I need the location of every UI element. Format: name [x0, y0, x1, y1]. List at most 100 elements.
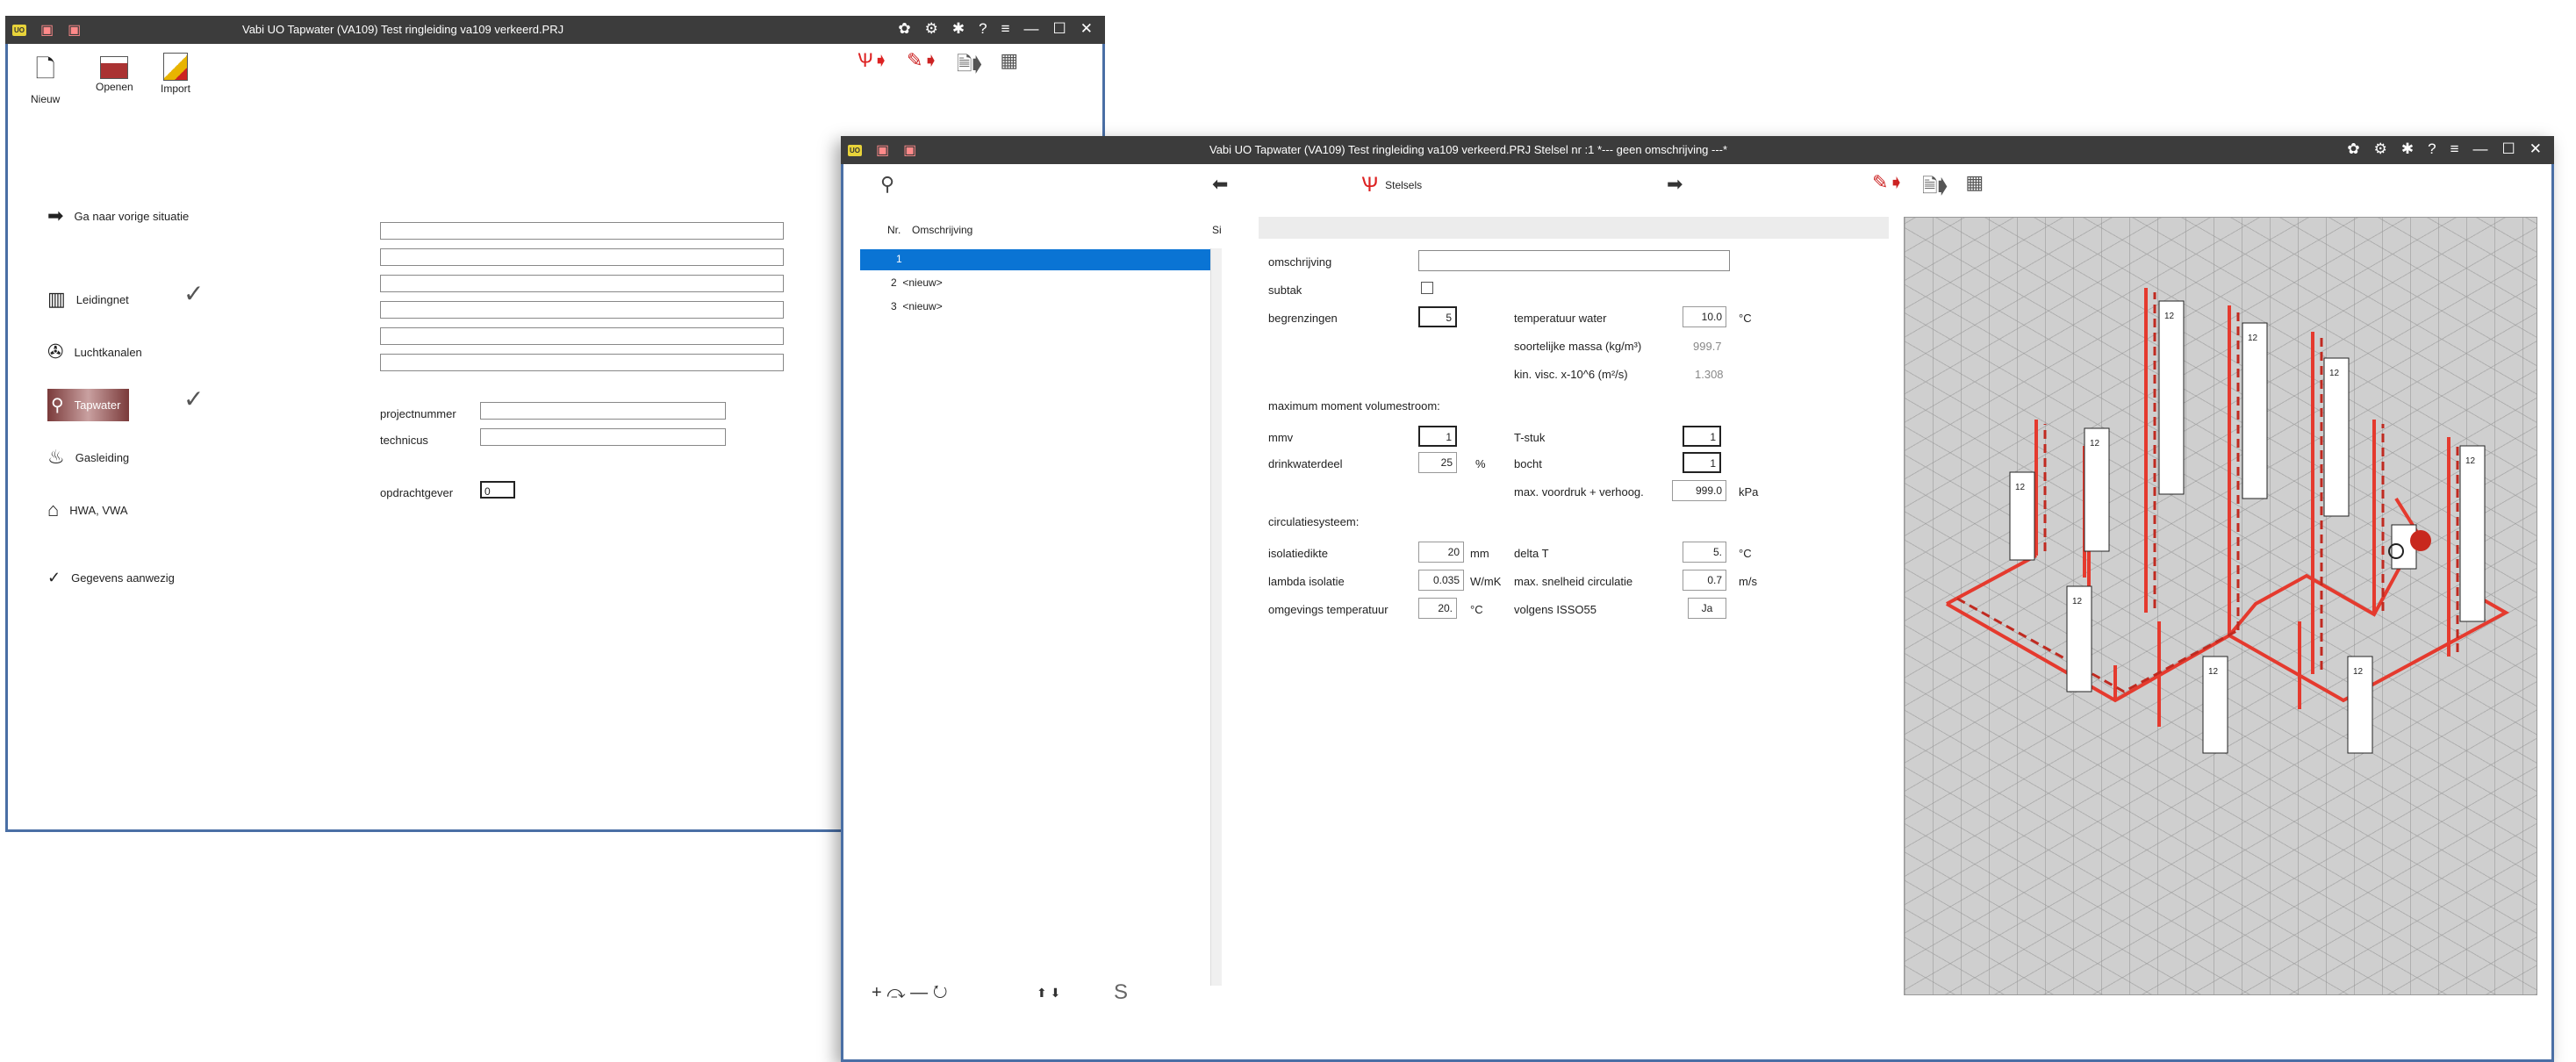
tap-label: 12: [2248, 334, 2258, 343]
bocht-input[interactable]: 1: [1683, 452, 1721, 473]
col-nr-header: Nr.: [887, 224, 901, 236]
sort-s-label: S: [1114, 980, 1129, 1004]
settings-icon[interactable]: ⚙: [925, 20, 938, 38]
new-button[interactable]: 🗋 Nieuw: [31, 51, 60, 105]
pipe-branch-icon[interactable]: Ѱ➧: [857, 49, 889, 83]
save-icon[interactable]: ▣: [40, 21, 54, 39]
tap-label: 12: [2353, 667, 2364, 677]
table-row[interactable]: 2 <nieuw>: [891, 276, 943, 289]
report-icon[interactable]: 🗎➧: [1922, 171, 1948, 205]
project-field-5[interactable]: [380, 327, 784, 345]
calculator-icon[interactable]: ▦: [1000, 49, 1018, 83]
isso-select[interactable]: Ja: [1688, 598, 1726, 619]
mmv-input[interactable]: 1: [1418, 426, 1457, 447]
project-field-6[interactable]: [380, 354, 784, 371]
max-snelheid-unit: m/s: [1739, 575, 1757, 588]
module-leidingnet[interactable]: ▥ Leidingnet: [47, 288, 129, 311]
mmv-label: mmv: [1268, 431, 1294, 444]
lambda-input[interactable]: 0.035: [1418, 570, 1464, 591]
maximize-icon[interactable]: ☐: [2502, 140, 2515, 158]
save-icon[interactable]: ▣: [876, 141, 889, 159]
module-label: Leidingnet: [75, 292, 129, 306]
move-up-down-icon[interactable]: ⬆ ⬇: [1037, 986, 1060, 1001]
save-as-icon[interactable]: ▣: [68, 21, 81, 39]
settings-icon[interactable]: ⚙: [2374, 140, 2387, 158]
temp-water-unit: °C: [1739, 312, 1752, 325]
project-field-2[interactable]: [380, 248, 784, 266]
new-label: Nieuw: [31, 93, 61, 105]
help-icon[interactable]: ?: [979, 20, 987, 38]
begrenzingen-input[interactable]: 5: [1418, 306, 1457, 327]
tap-labels: [2009, 300, 2486, 754]
sort-s-button[interactable]: S: [1114, 980, 1128, 1005]
fan-icon: ✇: [47, 341, 64, 362]
tstuk-input[interactable]: 1: [1683, 426, 1721, 447]
arrow-left-icon[interactable]: ⬅: [1212, 173, 1228, 196]
max-snelheid-input[interactable]: 0.7: [1683, 570, 1726, 591]
pencil-icon[interactable]: ✎➧: [907, 49, 939, 83]
close-icon[interactable]: ✕: [1080, 20, 1093, 38]
list-scrollbar[interactable]: [1210, 248, 1222, 986]
toilet-icon: ⌂: [47, 499, 60, 520]
drinkwaterdeel-input[interactable]: 25: [1418, 452, 1457, 473]
save-as-icon[interactable]: ▣: [903, 141, 916, 159]
list-edit-toolbar[interactable]: + ⤼ — ↻: [872, 983, 948, 1003]
tap-icon: ⚲: [51, 396, 64, 415]
tap-icon[interactable]: ⚲: [880, 173, 894, 196]
projectnummer-input[interactable]: [480, 402, 726, 420]
import-button[interactable]: Import: [161, 51, 190, 95]
module-hwa-vwa[interactable]: ⌂ HWA, VWA: [47, 499, 128, 521]
projectnummer-label: projectnummer: [380, 407, 456, 420]
project-field-4[interactable]: [380, 301, 784, 319]
row-nr: 1: [896, 253, 902, 265]
module-gasleiding[interactable]: ♨ Gasleiding: [47, 446, 129, 469]
opdrachtgever-label: opdrachtgever: [380, 486, 454, 499]
project-field-3[interactable]: [380, 275, 784, 292]
pencil-icon[interactable]: ✎➧: [1872, 171, 1905, 205]
import-icon: [163, 53, 188, 81]
module-label: HWA, VWA: [69, 503, 128, 517]
calculator-icon[interactable]: ▦: [1965, 171, 1984, 205]
palette-icon[interactable]: ✿: [898, 20, 910, 38]
subtak-checkbox[interactable]: [1421, 282, 1433, 294]
temp-water-input[interactable]: 10.0: [1683, 306, 1726, 327]
tapwater-window-title: Vabi UO Tapwater (VA109) Test ringleidin…: [1209, 143, 1728, 156]
tools-icon[interactable]: ✱: [952, 20, 965, 38]
delta-t-input[interactable]: 5.: [1683, 542, 1726, 563]
omgevings-temp-input[interactable]: 20.: [1418, 598, 1457, 619]
help-icon[interactable]: ?: [2428, 140, 2436, 158]
technicus-input[interactable]: [480, 428, 726, 446]
isometric-drawing-canvas[interactable]: 12 12 12 12 12 12 12 12 12: [1904, 217, 2537, 995]
maximize-icon[interactable]: ☐: [1053, 20, 1066, 38]
menu-icon[interactable]: ≡: [2450, 140, 2459, 158]
tap-label: 12: [2164, 312, 2175, 321]
prev-situation-button[interactable]: ➡ Ga naar vorige situatie: [47, 205, 189, 227]
bocht-label: bocht: [1514, 457, 1542, 470]
menu-icon[interactable]: ≡: [1001, 20, 1010, 38]
opdrachtgever-input[interactable]: 0: [480, 481, 515, 499]
close-icon[interactable]: ✕: [2529, 140, 2542, 158]
project-window-title: Vabi UO Tapwater (VA109) Test ringleidin…: [242, 23, 564, 36]
arrow-right-icon[interactable]: ➡: [1667, 173, 1683, 196]
module-luchtkanalen[interactable]: ✇ Luchtkanalen: [47, 341, 142, 363]
open-button[interactable]: Openen: [96, 51, 133, 93]
tap-label: 12: [2329, 369, 2340, 378]
module-tapwater[interactable]: ⚲ Tapwater: [47, 389, 130, 421]
minimize-icon[interactable]: —: [1024, 20, 1039, 38]
isolatiedikte-input[interactable]: 20: [1418, 542, 1464, 563]
tapwater-window: UO ▣ ▣ Vabi UO Tapwater (VA109) Test rin…: [841, 136, 2554, 1062]
project-field-1[interactable]: [380, 222, 784, 240]
report-icon[interactable]: 🗎➧: [957, 49, 983, 83]
tools-icon[interactable]: ✱: [2401, 140, 2414, 158]
minimize-icon[interactable]: —: [2473, 140, 2488, 158]
palette-icon[interactable]: ✿: [2347, 140, 2359, 158]
col-s-header: Si: [1212, 224, 1222, 236]
stelsels-tab[interactable]: Ѱ Stelsels: [1361, 173, 1422, 197]
stelsels-label: Stelsels: [1385, 179, 1423, 191]
omschrijving-input[interactable]: [1418, 250, 1730, 271]
max-voordruk-input[interactable]: 999.0: [1672, 480, 1726, 501]
table-row[interactable]: 1: [896, 253, 902, 265]
table-row[interactable]: 3 <nieuw>: [891, 300, 943, 312]
pipe-network-drawing: 12 12 12 12 12 12 12 12 12: [1946, 288, 2510, 754]
omgevings-temp-unit: °C: [1470, 603, 1483, 616]
